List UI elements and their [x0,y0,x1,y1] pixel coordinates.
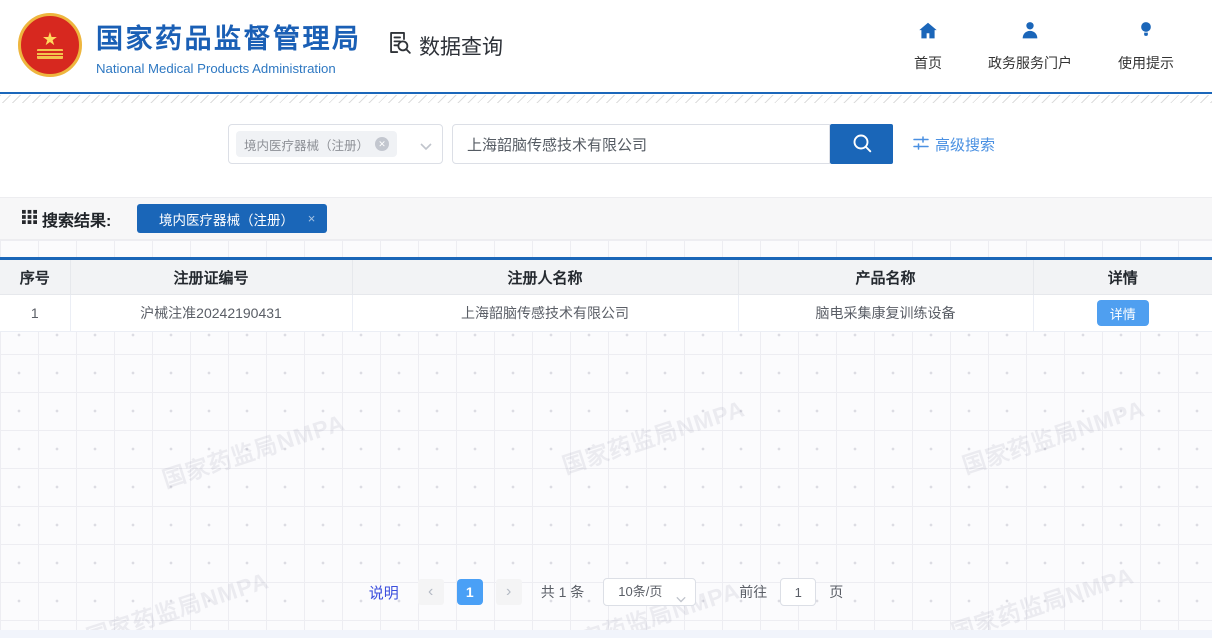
active-filter-tag[interactable]: 境内医疗器械（注册） × [137,204,327,233]
watermark: 国家药监局NMPA [157,403,348,494]
content-area: 国家药监局NMPA 国家药监局NMPA 国家药监局NMPA 国家药监局NMPA … [0,240,1212,630]
nav-item-home[interactable]: 首页 [914,20,942,73]
nmpa-data-query-page: ★ 国家药品监督管理局 National Medical Products Ad… [0,0,1212,638]
column-header-registrant: 注册人名称 [352,259,738,295]
nav-item-tips[interactable]: 使用提示 [1118,20,1174,73]
column-header-product: 产品名称 [738,259,1033,295]
app-title-text: 数据查询 [419,31,503,61]
page-unit-label: 页 [829,582,843,602]
search-button[interactable] [830,124,893,164]
org-name-en: National Medical Products Administration [96,61,362,76]
category-tag-text: 境内医疗器械（注册） [244,135,369,154]
filter-tag-text: 境内医疗器械（注册） [149,209,303,229]
watermark: 国家药监局NMPA [557,389,748,480]
lightbulb-icon [1135,20,1157,47]
note-link[interactable]: 说明 [369,582,399,603]
total-count-label: 共 1 条 [541,582,585,602]
app-title: 数据查询 [386,29,503,62]
chevron-down-icon [419,139,433,157]
emblem-gate-icon [37,49,63,59]
cell-detail: 详情 [1033,295,1212,332]
page-size-value: 10条/页 [618,584,662,599]
user-icon [1019,20,1041,47]
search-input[interactable] [452,124,830,164]
nav-label-tips: 使用提示 [1118,53,1174,73]
goto-page-input[interactable] [780,578,816,606]
emblem-star-icon: ★ [42,31,58,47]
table-row: 1 沪械注准20242190431 上海韶脑传感技术有限公司 脑电采集康复训练设… [0,295,1212,332]
column-header-index: 序号 [0,259,70,295]
org-name-zh: 国家药品监督管理局 [96,17,362,56]
page-size-select[interactable]: 10条/页 [603,578,696,606]
cell-registrant: 上海韶脑传感技术有限公司 [352,295,738,332]
cell-index: 1 [0,295,70,332]
nav-label-portal: 政务服务门户 [988,53,1072,73]
org-title-block: 国家药品监督管理局 National Medical Products Admi… [96,17,362,76]
results-label-text: 搜索结果: [42,207,111,231]
filter-tag-close-icon[interactable]: × [308,211,316,226]
bottom-strip [0,630,1212,638]
table-header-row: 序号 注册证编号 注册人名称 产品名称 详情 [0,259,1212,295]
chevron-down-icon [675,587,687,613]
document-search-icon [386,29,413,62]
current-page-button[interactable]: 1 [457,579,483,605]
watermark: 国家药监局NMPA [957,389,1148,480]
results-label: 搜索结果: [22,207,111,231]
hatch-stripe [0,95,1212,103]
results-bar: 搜索结果: 境内医疗器械（注册） × [0,197,1212,240]
sliders-icon [913,136,929,154]
header-divider-line [0,92,1212,94]
grid-icon [22,209,37,229]
nav-item-portal[interactable]: 政务服务门户 [988,20,1072,73]
column-header-cert-no: 注册证编号 [70,259,352,295]
top-navigation: 首页 政务服务门户 使用提示 [914,20,1174,73]
category-select[interactable]: 境内医疗器械（注册） ✕ [228,124,443,164]
next-page-button[interactable]: › [496,579,522,605]
goto-label: 前往 [739,582,767,602]
search-section: 境内医疗器械（注册） ✕ 高级搜索 [0,124,1212,164]
category-tag-pill: 境内医疗器械（注册） ✕ [236,131,397,157]
pagination: 说明 ‹ 1 › 共 1 条 10条/页 前往 页 [0,574,1212,610]
category-tag-close-icon[interactable]: ✕ [375,137,389,151]
column-header-detail: 详情 [1033,259,1212,295]
header: ★ 国家药品监督管理局 National Medical Products Ad… [0,0,1212,92]
results-table: 序号 注册证编号 注册人名称 产品名称 详情 1 沪械注准20242190431… [0,257,1212,332]
advanced-search-link[interactable]: 高级搜索 [913,134,995,155]
home-icon [917,20,939,47]
prev-page-button[interactable]: ‹ [418,579,444,605]
advanced-search-label: 高级搜索 [935,134,995,155]
cell-product: 脑电采集康复训练设备 [738,295,1033,332]
nav-label-home: 首页 [914,53,942,73]
detail-button[interactable]: 详情 [1097,300,1149,326]
nmpa-emblem-logo: ★ [18,13,82,77]
cell-cert-no: 沪械注准20242190431 [70,295,352,332]
search-icon [850,131,874,158]
